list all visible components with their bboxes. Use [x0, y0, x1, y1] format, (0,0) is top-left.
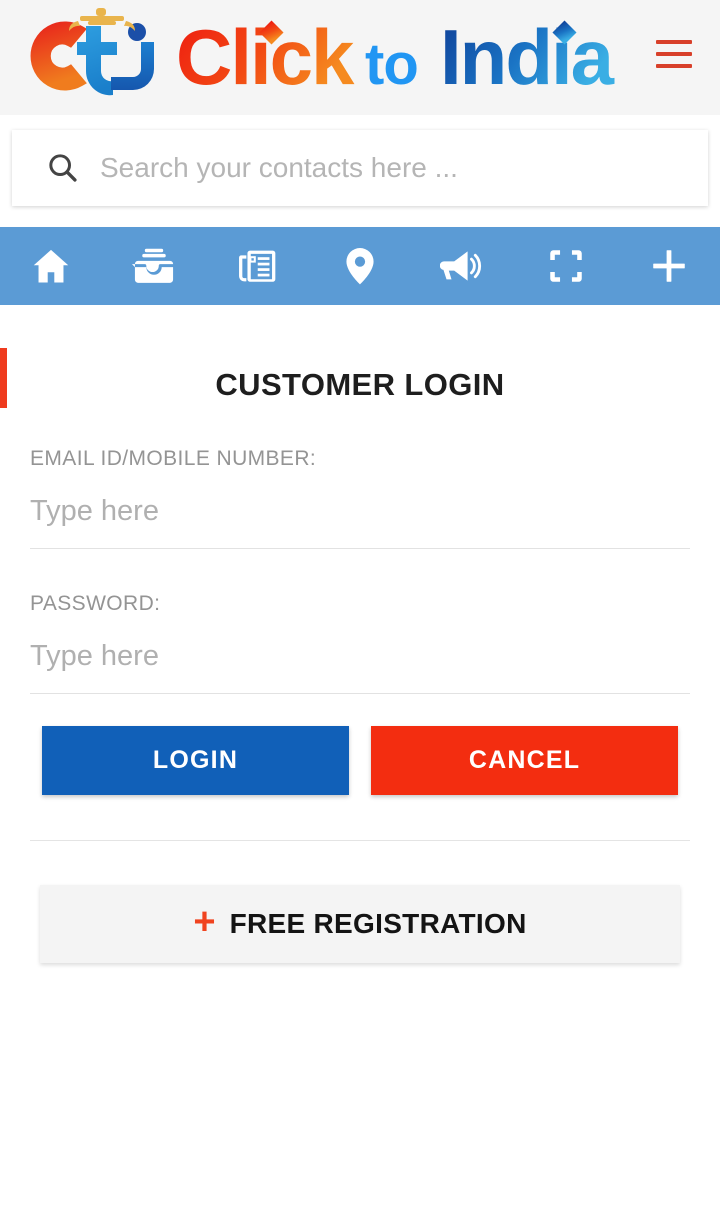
main-navbar [0, 227, 720, 305]
search-input[interactable] [100, 152, 688, 184]
login-button[interactable]: LOGIN [42, 726, 349, 795]
search-icon [49, 154, 77, 182]
news-icon [239, 250, 276, 282]
logo-artwork: Click to India [30, 8, 617, 100]
nav-item-announcements[interactable] [411, 227, 514, 305]
hamburger-icon[interactable] [656, 40, 692, 68]
email-field-group: EMAIL ID/MOBILE NUMBER: [30, 448, 690, 549]
app-header: Click to India [0, 0, 720, 115]
nav-item-news[interactable] [206, 227, 309, 305]
free-registration-label: FREE REGISTRATION [229, 908, 527, 939]
search-bar[interactable] [12, 130, 708, 206]
password-field-group: PASSWORD: [30, 593, 690, 694]
home-icon [34, 249, 69, 283]
login-section: CUSTOMER LOGIN EMAIL ID/MOBILE NUMBER: P… [0, 305, 720, 1228]
password-field-label: PASSWORD: [30, 592, 161, 615]
nav-item-location[interactable] [309, 227, 412, 305]
location-pin-icon [346, 248, 374, 285]
app-root: Click to India Search your contacts here… [0, 0, 720, 1228]
nav-item-add[interactable] [617, 227, 720, 305]
svg-text:to: to [365, 32, 418, 97]
hamburger-bar [656, 52, 692, 56]
inbox-icon [132, 248, 174, 283]
email-input[interactable] [30, 495, 690, 549]
email-field-label: EMAIL ID/MOBILE NUMBER: [30, 447, 317, 470]
cancel-button[interactable]: CANCEL [371, 726, 678, 795]
form-spacer [30, 549, 690, 593]
hamburger-bar [656, 64, 692, 68]
hamburger-bar [656, 40, 692, 44]
page-title: CUSTOMER LOGIN [215, 367, 505, 402]
plus-icon: + [193, 901, 216, 943]
login-form: EMAIL ID/MOBILE NUMBER: PASSWORD: [30, 448, 690, 694]
nav-item-home[interactable] [0, 227, 103, 305]
login-actions: LOGIN CANCEL [42, 726, 678, 795]
megaphone-icon [439, 251, 481, 281]
scan-frame-icon [549, 250, 582, 282]
svg-text:Click: Click [176, 13, 355, 100]
free-registration-button[interactable]: + FREE REGISTRATION [40, 885, 680, 963]
svg-text:India: India [440, 13, 615, 100]
section-divider [30, 840, 690, 841]
nav-item-scan[interactable] [514, 227, 617, 305]
nav-item-inbox[interactable] [103, 227, 206, 305]
password-input[interactable] [30, 640, 690, 694]
brand-logo[interactable]: Click to India [8, 4, 653, 104]
plus-icon [652, 250, 685, 282]
